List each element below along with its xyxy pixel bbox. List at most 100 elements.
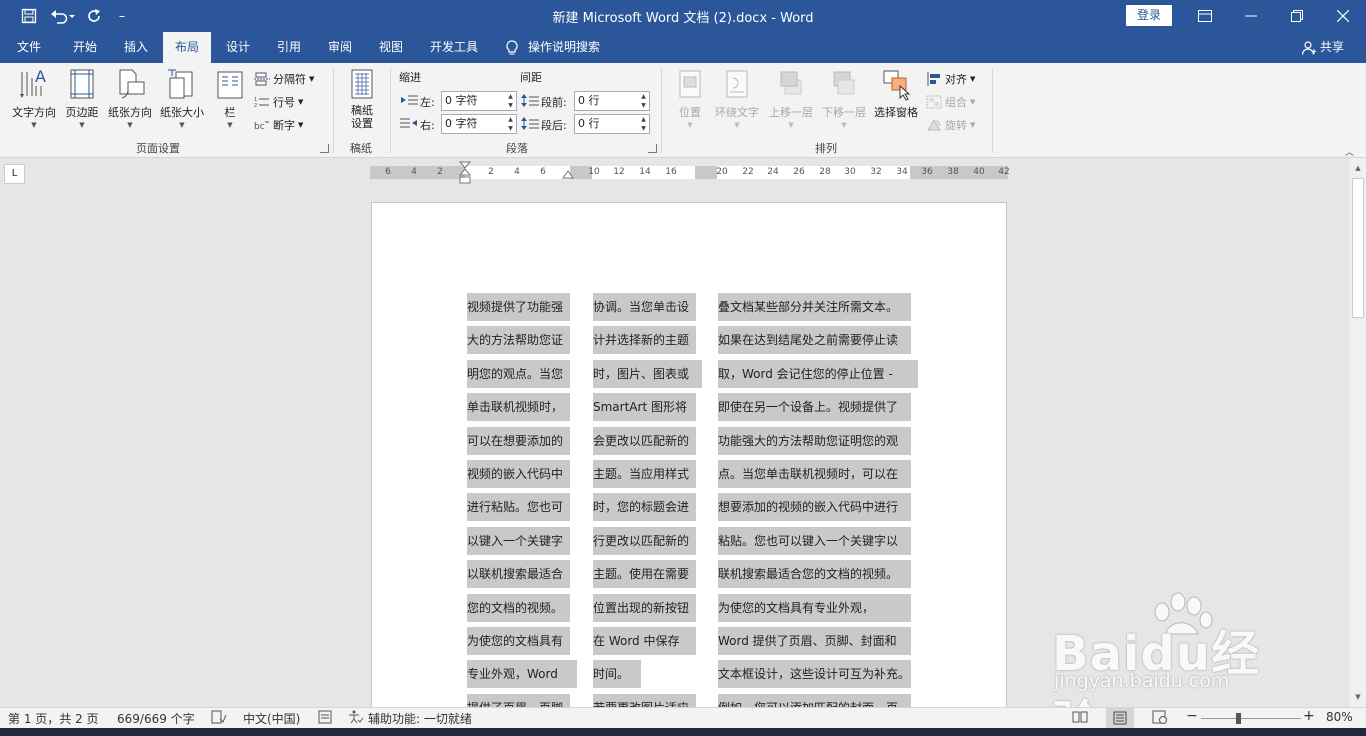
text-line[interactable]: 为使您的文档具有 <box>467 627 570 655</box>
spin-arrows-icon[interactable]: ▲ ▼ <box>638 92 649 110</box>
customize-toolbar-icon[interactable]: ⎯ <box>114 6 130 26</box>
zoom-slider-thumb[interactable] <box>1236 713 1241 724</box>
text-line[interactable]: 联机搜索最适合您的文档的视频。 <box>718 560 911 589</box>
text-line[interactable]: 以联机搜索最适合 <box>467 560 570 589</box>
tell-me-search[interactable]: 操作说明搜索 <box>506 32 600 63</box>
wrap-text-button[interactable]: 环绕文字 ▼ <box>710 68 764 129</box>
zoom-out-icon[interactable]: − <box>1186 708 1198 724</box>
share-button[interactable]: 共享 <box>1301 32 1344 63</box>
undo-icon[interactable] <box>48 6 78 26</box>
macro-icon[interactable] <box>318 710 332 727</box>
scroll-down-icon[interactable]: ▼ <box>1350 689 1366 705</box>
zoom-level[interactable]: 80% <box>1326 710 1353 724</box>
read-mode-icon[interactable] <box>1072 710 1088 727</box>
text-line[interactable]: 时间。 <box>593 660 641 689</box>
web-layout-icon[interactable] <box>1152 710 1168 727</box>
text-line[interactable]: 在 Word 中保存 <box>593 627 696 655</box>
word-count[interactable]: 669/669 个字 <box>117 710 195 727</box>
orientation-button[interactable]: 纸张方向 ▼ <box>104 68 156 129</box>
text-line[interactable]: 时，图片、图表或 <box>593 359 702 388</box>
text-line[interactable]: 明您的观点。当您 <box>467 359 570 388</box>
text-direction-button[interactable]: A 文字方向 ▼ <box>8 68 60 129</box>
text-line[interactable]: 如果在达到结尾处之前需要停止读 <box>718 326 911 355</box>
position-button[interactable]: 位置 ▼ <box>672 68 708 129</box>
save-icon[interactable] <box>18 6 40 26</box>
text-line[interactable]: 位置出现的新按钮 <box>593 593 696 622</box>
text-line[interactable]: 粘贴。您也可以键入一个关键字以 <box>718 526 911 555</box>
text-line[interactable]: 点。当您单击联机视频时，可以在 <box>718 460 911 488</box>
columns-button[interactable]: 栏 ▼ <box>214 68 246 129</box>
print-layout-icon[interactable] <box>1106 708 1134 728</box>
text-line[interactable]: 叠文档某些部分并关注所需文本。 <box>718 293 911 321</box>
text-line[interactable]: 若要更改图片适应 <box>593 693 696 707</box>
breaks-button[interactable]: 分隔符 ▼ <box>254 69 314 89</box>
text-line[interactable]: 视频提供了功能强 <box>467 293 570 321</box>
tab-selector-icon[interactable]: L <box>4 164 25 184</box>
text-line[interactable]: 协调。当您单击设 <box>593 293 696 321</box>
text-line[interactable]: 您的文档的视频。 <box>467 593 570 622</box>
text-line[interactable]: Word 提供了页眉、页脚、封面和 <box>718 627 911 655</box>
size-button[interactable]: 纸张大小 ▼ <box>156 68 208 129</box>
text-line[interactable]: 大的方法帮助您证 <box>467 326 570 355</box>
text-line[interactable]: 视频的嵌入代码中 <box>467 460 570 488</box>
language-indicator[interactable]: 中文(中国) <box>243 710 300 727</box>
scroll-thumb[interactable] <box>1352 178 1364 318</box>
tab-file[interactable]: 文件 <box>4 32 54 63</box>
selection-pane-button[interactable]: 选择窗格 <box>871 68 921 120</box>
text-line[interactable]: 想要添加的视频的嵌入代码中进行 <box>718 493 911 522</box>
spin-arrows-icon[interactable]: ▲ ▼ <box>505 92 516 110</box>
text-line[interactable]: 主题。当应用样式 <box>593 460 696 488</box>
text-line[interactable]: 会更改以匹配新的 <box>593 426 696 455</box>
text-line[interactable]: 例如，您可以添加匹配的封面、页 <box>718 693 911 707</box>
hyphenation-button[interactable]: bc 断字 ▼ <box>254 115 303 135</box>
text-line[interactable]: 单击联机视频时， <box>467 393 570 422</box>
scroll-up-icon[interactable]: ▲ <box>1350 160 1366 176</box>
rotate-button[interactable]: 旋转 ▼ <box>926 115 975 135</box>
text-line[interactable]: 专业外观，Word <box>467 660 577 689</box>
send-backward-button[interactable]: 下移一层 ▼ <box>818 68 870 129</box>
indent-marker-icon[interactable] <box>459 161 471 189</box>
tab-view[interactable]: 视图 <box>366 32 416 63</box>
vertical-scrollbar[interactable]: ▲ ▼ <box>1350 158 1366 707</box>
redo-icon[interactable] <box>84 6 104 26</box>
margins-button[interactable]: 页边距 ▼ <box>62 68 102 129</box>
page-setup-launcher-icon[interactable] <box>320 144 329 153</box>
text-line[interactable]: 为使您的文档具有专业外观， <box>718 593 911 622</box>
text-line[interactable]: 进行粘贴。您也可 <box>467 493 570 522</box>
text-line[interactable]: 可以在想要添加的 <box>467 426 570 455</box>
spin-arrows-icon[interactable]: ▲ ▼ <box>638 115 649 133</box>
accessibility-status[interactable]: 辅助功能: 一切就绪 <box>348 710 472 727</box>
indent-left-input[interactable]: 0 字符 ▲ ▼ <box>441 91 517 111</box>
indent-right-input[interactable]: 0 字符 ▲ ▼ <box>441 114 517 134</box>
horizontal-ruler[interactable]: 6 4 2 2 4 6 10 12 14 16 20 22 24 26 28 30 32 34 36 38 40 42 <box>370 161 1010 184</box>
spacing-before-input[interactable]: 0 行 ▲ ▼ <box>574 91 650 111</box>
login-button[interactable]: 登录 <box>1126 5 1172 26</box>
align-button[interactable]: 对齐 ▼ <box>926 69 975 89</box>
tab-design[interactable]: 设计 <box>213 32 263 63</box>
text-line[interactable]: 提供了页眉、页脚、 <box>467 693 575 707</box>
ribbon-display-options-icon[interactable] <box>1182 0 1228 32</box>
bring-forward-button[interactable]: 上移一层 ▼ <box>765 68 817 129</box>
zoom-slider[interactable] <box>1201 718 1301 719</box>
draft-setup-button[interactable]: 稿纸 设置 <box>342 68 382 130</box>
text-line[interactable]: 计并选择新的主题 <box>593 326 696 355</box>
line-numbers-button[interactable]: 12 行号 ▼ <box>254 92 303 112</box>
text-line[interactable]: 文本框设计，这些设计可互为补充。 <box>718 660 911 689</box>
minimize-icon[interactable] <box>1228 0 1274 32</box>
page-count[interactable]: 第 1 页，共 2 页 <box>8 710 99 727</box>
proofing-icon[interactable] <box>211 710 227 727</box>
restore-icon[interactable] <box>1274 0 1320 32</box>
document-page[interactable]: 视频提供了功能强 大的方法帮助您证 明您的观点。当您 单击联机视频时， 可以在想要添加的… <box>371 202 1007 707</box>
zoom-in-icon[interactable]: + <box>1303 708 1315 724</box>
text-line[interactable]: 功能强大的方法帮助您证明您的观 <box>718 426 911 455</box>
text-line[interactable]: 即使在另一个设备上。视频提供了 <box>718 393 911 422</box>
tab-references[interactable]: 引用 <box>263 32 315 63</box>
spin-arrows-icon[interactable]: ▲ ▼ <box>505 115 516 133</box>
tab-insert[interactable]: 插入 <box>111 32 161 63</box>
spacing-after-input[interactable]: 0 行 ▲ ▼ <box>574 114 650 134</box>
tab-developer[interactable]: 开发工具 <box>418 32 490 63</box>
text-line[interactable]: 行更改以匹配新的 <box>593 526 696 555</box>
text-line[interactable]: 以键入一个关键字 <box>467 526 570 555</box>
text-line[interactable]: 时，您的标题会进 <box>593 493 696 522</box>
tab-home[interactable]: 开始 <box>59 32 111 63</box>
